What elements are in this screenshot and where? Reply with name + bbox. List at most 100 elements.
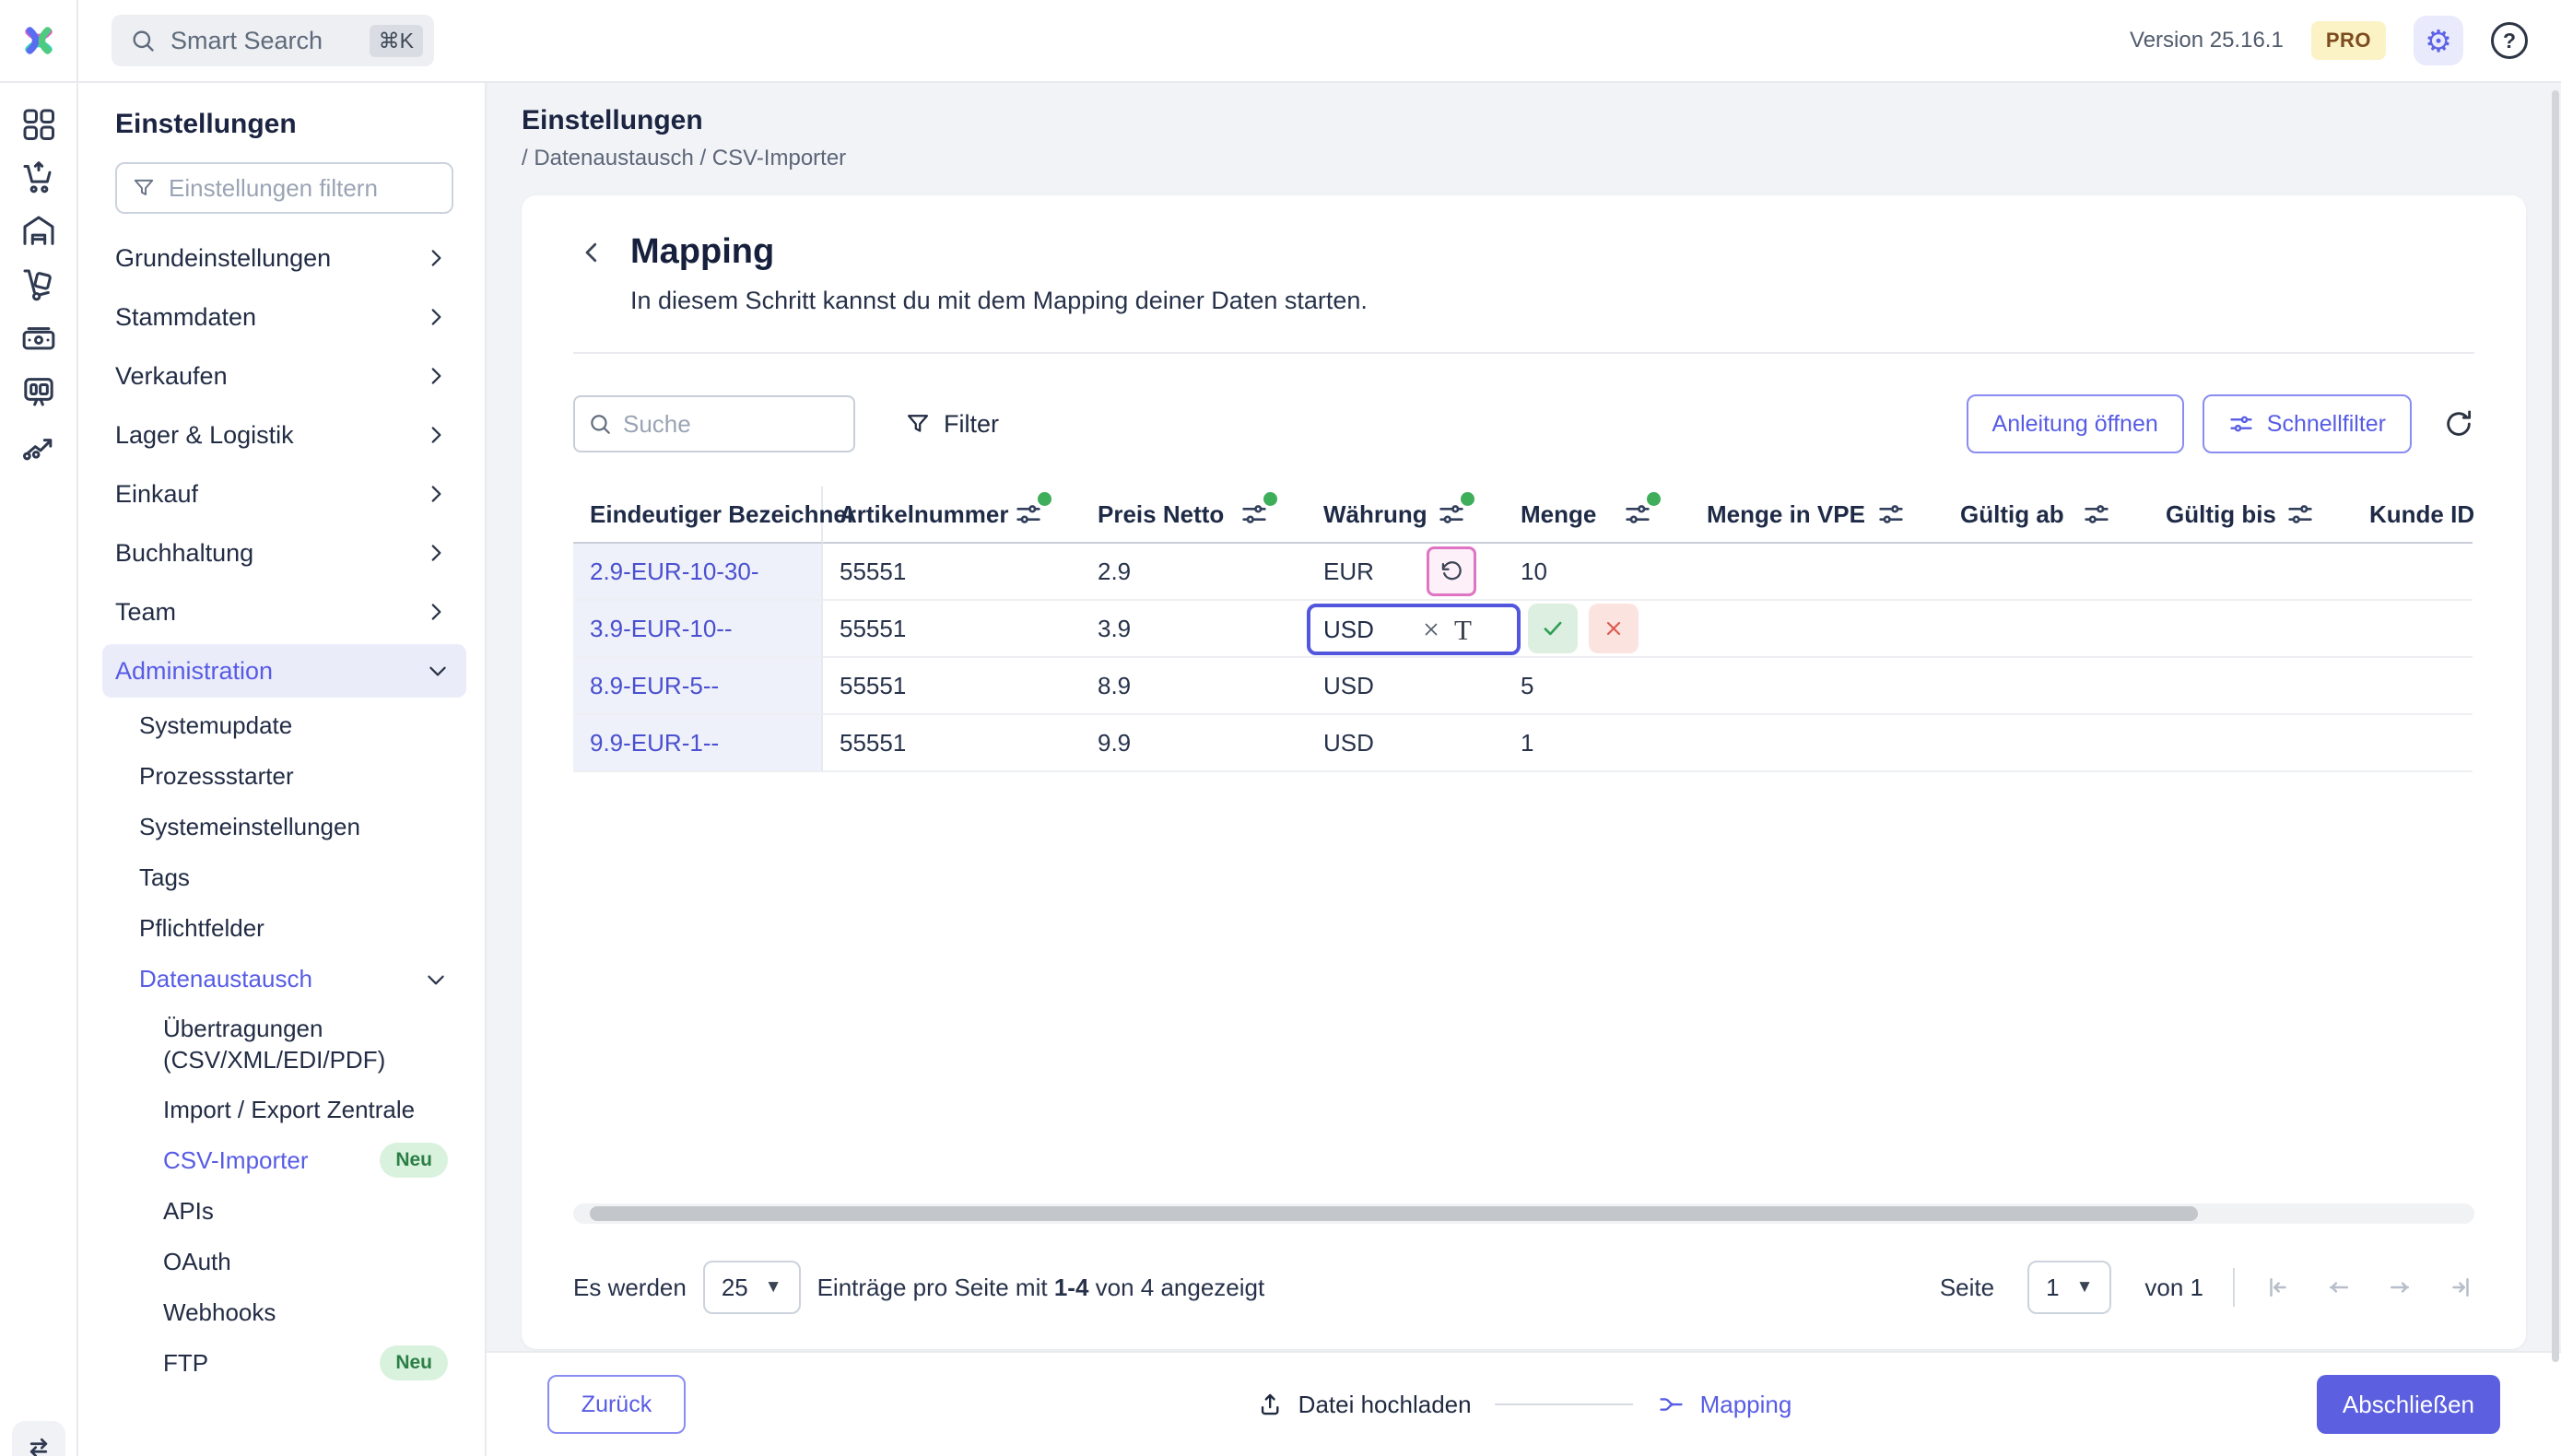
vertical-scrollbar-thumb[interactable] (2552, 90, 2559, 1362)
sliders-icon (2288, 505, 2312, 523)
sidebar-filter-input[interactable] (169, 173, 437, 203)
sidebar-item-datenaustausch[interactable]: Datenaustausch (115, 954, 453, 1004)
cell-bezeichner[interactable]: 9.9-EUR-1-- (573, 715, 823, 772)
header-divider (573, 352, 2474, 354)
cell-bezeichner[interactable]: 2.9-EUR-10-30- (573, 544, 823, 601)
sidebar-item-apis[interactable]: APIs (115, 1186, 453, 1237)
table-search[interactable] (573, 395, 855, 452)
rail-logistics-button[interactable] (18, 265, 60, 304)
table-search-input[interactable] (623, 409, 840, 439)
column-label: Menge (1521, 499, 1597, 528)
sidebar-item-csv-importer[interactable]: CSV-Importer Neu (115, 1135, 453, 1186)
rail-sales-button[interactable] (18, 159, 60, 197)
clear-x-icon[interactable] (1421, 619, 1441, 640)
sidebar-item-webhooks[interactable]: Webhooks (115, 1287, 453, 1338)
last-page-button[interactable] (2447, 1274, 2474, 1301)
sidebar-item-buchhaltung[interactable]: Buchhaltung (115, 523, 453, 582)
cell-kunde-id (2353, 601, 2473, 658)
refresh-button[interactable] (2443, 408, 2474, 440)
sidebar-item-pflichtfelder[interactable]: Pflichtfelder (115, 903, 453, 954)
app-shell: Einstellungen Grundeinstellungen Stammda… (0, 83, 2561, 1456)
filter-button[interactable]: Filter (905, 410, 999, 439)
sidebar-item-systemeinstellungen[interactable]: Systemeinstellungen (115, 802, 453, 852)
sidebar-item-oauth[interactable]: OAuth (115, 1237, 453, 1287)
page-number-select[interactable]: 1 ▼ (2027, 1261, 2112, 1314)
sidebar-filter[interactable] (115, 162, 453, 214)
step-mapping[interactable]: Mapping (1658, 1391, 1792, 1419)
cell-preis-netto: 8.9 (1081, 658, 1307, 715)
main-content: Einstellungen / Datenaustausch / CSV-Imp… (487, 83, 2561, 1456)
column-header-bezeichner: Eindeutiger Bezeichner (573, 487, 856, 544)
currency-edit-input[interactable] (1323, 615, 1408, 644)
cell-bezeichner[interactable]: 8.9-EUR-5-- (573, 658, 823, 715)
sidebar-item-uebertragungen[interactable]: Übertragungen (CSV/XML/EDI/PDF) (115, 1004, 453, 1085)
smart-search[interactable]: Smart Search ⌘K (112, 15, 434, 66)
sidebar-item-prozessstarter[interactable]: Prozessstarter (115, 751, 453, 802)
vertical-scrollbar[interactable] (2550, 85, 2561, 1456)
column-filter-button[interactable] (2285, 499, 2316, 530)
breadcrumb: / Datenaustausch / CSV-Importer (522, 146, 847, 170)
cell-menge: 1 (1504, 715, 1690, 772)
column-filter-button[interactable] (1875, 499, 1907, 530)
cell-menge-in-vpe (1690, 601, 1944, 658)
column-filter-button[interactable] (1622, 492, 1661, 530)
sidebar-item-einkauf[interactable]: Einkauf (115, 464, 453, 523)
chevron-right-icon (431, 309, 441, 325)
app-logo[interactable] (0, 0, 78, 81)
sidebar-item-grundeinstellungen[interactable]: Grundeinstellungen (115, 229, 453, 288)
step-upload-file[interactable]: Datei hochladen (1256, 1391, 1472, 1419)
settings-gear-button[interactable]: ⚙ (2414, 16, 2463, 65)
cancel-edit-button[interactable] (1589, 604, 1639, 653)
quickfilter-button[interactable]: Schnellfilter (2202, 394, 2412, 453)
confirm-edit-button[interactable] (1528, 604, 1578, 653)
rail-pos-button[interactable] (18, 372, 60, 411)
cell-waehrung: USD (1307, 658, 1504, 715)
swap-panel-button[interactable] (12, 1421, 65, 1456)
sidebar-item-team[interactable]: Team (115, 582, 453, 641)
text-type-icon[interactable]: T (1454, 616, 1472, 644)
sidebar-item-administration[interactable]: Administration (102, 644, 466, 698)
page-size-select[interactable]: 25 ▼ (702, 1261, 801, 1314)
search-icon (133, 30, 154, 52)
sidebar-item-tags[interactable]: Tags (115, 852, 453, 903)
cell-bezeichner[interactable]: 3.9-EUR-10-- (573, 601, 823, 658)
chevron-right-icon (431, 486, 441, 502)
rail-warehouse-button[interactable] (18, 212, 60, 251)
back-chevron-button[interactable] (573, 234, 610, 271)
table-grid: Eindeutiger Bezeichner Artikelnummer Pre… (573, 487, 2474, 772)
xentral-logo-icon (24, 27, 53, 54)
currency-edit-field[interactable]: T (1307, 604, 1521, 655)
column-filter-button[interactable] (1436, 492, 1474, 530)
arrow-left-icon (2330, 1282, 2348, 1293)
sidebar-item-import-export-zentrale[interactable]: Import / Export Zentrale (115, 1085, 453, 1135)
previous-page-button[interactable] (2325, 1274, 2353, 1301)
rail-dashboard-button[interactable] (18, 105, 60, 144)
horizontal-scrollbar-thumb[interactable] (590, 1206, 2198, 1221)
back-button[interactable]: Zurück (547, 1375, 686, 1434)
column-filter-button[interactable] (2081, 499, 2112, 530)
stepper-connector (1495, 1403, 1634, 1405)
waehrung-value: EUR (1323, 557, 1374, 585)
rail-analytics-button[interactable] (18, 426, 60, 464)
topbar: Smart Search ⌘K Version 25.16.1 PRO ⚙ ? (0, 0, 2561, 83)
help-button[interactable]: ? (2491, 22, 2528, 59)
open-guide-button[interactable]: Anleitung öffnen (1966, 394, 2184, 453)
search-icon (591, 415, 610, 434)
sidebar-item-verkaufen[interactable]: Verkaufen (115, 346, 453, 405)
chevron-down-icon (429, 666, 446, 676)
first-page-button[interactable] (2264, 1274, 2292, 1301)
rail-finance-button[interactable] (18, 319, 60, 358)
undo-mapping-button[interactable] (1427, 546, 1476, 596)
horizontal-scrollbar[interactable] (573, 1204, 2474, 1224)
column-filter-button[interactable] (1013, 492, 1051, 530)
last-page-icon (2452, 1278, 2469, 1297)
column-filter-button[interactable] (1239, 492, 1277, 530)
next-page-button[interactable] (2386, 1274, 2414, 1301)
finish-button[interactable]: Abschließen (2316, 1375, 2500, 1434)
sidebar-item-ftp[interactable]: FTP Neu (115, 1338, 453, 1389)
sidebar-item-stammdaten[interactable]: Stammdaten (115, 288, 453, 346)
cell-gueltig-bis (2149, 601, 2353, 658)
sidebar-item-systemupdate[interactable]: Systemupdate (115, 700, 453, 751)
wizard-footer: Zurück Datei hochladen Mapping Abschließ… (487, 1351, 2561, 1456)
sidebar-item-lager-logistik[interactable]: Lager & Logistik (115, 405, 453, 464)
